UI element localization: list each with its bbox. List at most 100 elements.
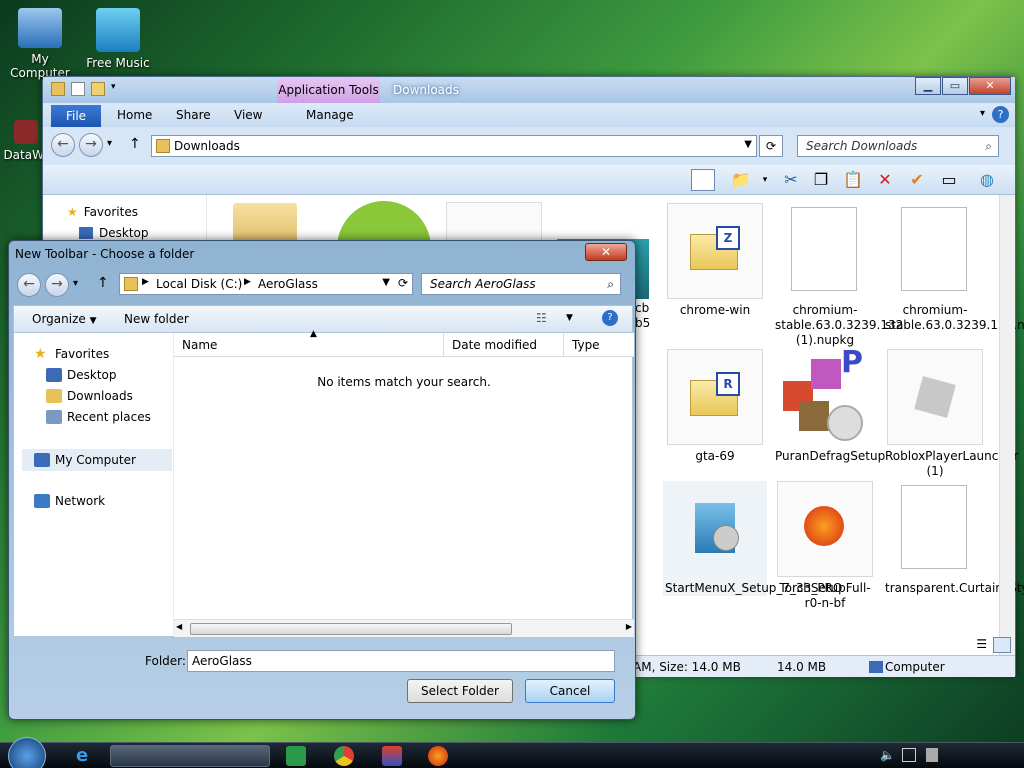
checkmark-icon[interactable]: ✔ — [905, 169, 929, 191]
sidebar-item-desktop[interactable]: Desktop — [79, 226, 149, 240]
chevron-down-icon[interactable]: ▼ — [382, 277, 390, 288]
dialog-address-bar[interactable]: ▶ Local Disk (C:) ▶ AeroGlass ▼ ⟳ — [119, 273, 413, 295]
forward-button[interactable]: → — [45, 273, 69, 297]
nav-item-favorites[interactable]: ★ Favorites — [34, 347, 109, 361]
new-folder-button[interactable]: New folder — [124, 312, 189, 326]
copy-icon[interactable]: ❐ — [809, 169, 833, 191]
breadcrumb-separator-icon[interactable]: ▶ — [142, 277, 149, 287]
back-button[interactable]: ← — [51, 133, 75, 157]
refresh-icon[interactable]: ⟳ — [398, 276, 408, 290]
chevron-down-icon[interactable]: ▼ — [744, 139, 752, 150]
tray-icon[interactable] — [926, 748, 938, 762]
breadcrumb-separator-icon[interactable]: ▶ — [244, 277, 251, 287]
delete-icon[interactable]: ✕ — [873, 169, 897, 191]
nav-item-network[interactable]: Network — [34, 494, 105, 508]
context-tab-application-tools[interactable]: Application Tools — [277, 77, 380, 103]
file-item[interactable]: R gta-69 — [663, 349, 767, 464]
folder-input[interactable]: AeroGlass — [187, 650, 615, 672]
spreadsheet-app-icon[interactable] — [286, 746, 306, 766]
torch-icon — [777, 481, 873, 577]
file-item[interactable]: Z chrome-win — [663, 203, 767, 318]
chevron-down-icon[interactable]: ▾ — [980, 108, 985, 119]
select-folder-button[interactable]: Select Folder — [407, 679, 513, 703]
paste-icon[interactable]: 📋 — [841, 169, 865, 191]
tab-manage[interactable]: Manage — [306, 108, 354, 122]
search-icon[interactable]: ⌕ — [607, 277, 614, 292]
desktop-icon-my-computer[interactable]: My Computer — [0, 8, 80, 80]
chrome-icon[interactable] — [334, 746, 354, 766]
scroll-left-icon[interactable]: ◀ — [176, 622, 182, 631]
search-downloads-input[interactable]: Search Downloads ⌕ — [797, 135, 999, 157]
up-arrow-icon[interactable]: ↑ — [97, 275, 109, 291]
cancel-button[interactable]: Cancel — [525, 679, 615, 703]
column-type[interactable]: Type — [564, 333, 634, 357]
scroll-right-icon[interactable]: ▶ — [626, 622, 632, 631]
nav-item-my-computer[interactable]: My Computer — [22, 449, 172, 471]
organize-button[interactable]: Organize ▼ — [32, 312, 97, 326]
help-icon[interactable]: ? — [602, 310, 618, 326]
file-item[interactable]: P PuranDefragSetup — [773, 348, 885, 464]
tab-home[interactable]: Home — [117, 108, 152, 122]
folder-options-icon[interactable]: 📁 — [729, 169, 753, 191]
media-app-icon[interactable] — [382, 746, 402, 766]
vertical-scrollbar[interactable] — [999, 195, 1015, 655]
quick-access-toolbar[interactable]: ▾ — [51, 82, 131, 98]
horizontal-scrollbar[interactable]: ◀ ▶ — [174, 619, 634, 637]
network-status-icon[interactable] — [902, 748, 916, 762]
file-item[interactable]: TorchSetupFull-r0-n-bf — [773, 481, 877, 611]
chevron-down-icon[interactable]: ▼ — [566, 313, 573, 323]
nav-item-downloads[interactable]: Downloads — [46, 389, 133, 403]
nav-item-desktop[interactable]: Desktop — [46, 368, 117, 382]
rename-icon[interactable]: ▭ — [937, 169, 961, 191]
large-icons-view-icon[interactable] — [993, 637, 1011, 653]
details-view-icon[interactable]: ☰ — [976, 637, 987, 651]
search-icon[interactable]: ⌕ — [985, 139, 992, 154]
back-button[interactable]: ← — [17, 273, 41, 297]
browser-icon[interactable] — [428, 746, 448, 766]
up-arrow-icon[interactable]: ↑ — [129, 136, 141, 152]
help-icon[interactable]: ? — [992, 106, 1009, 123]
recent-pages-icon[interactable]: ▾ — [107, 138, 112, 149]
chevron-down-icon[interactable]: ▾ — [753, 169, 777, 191]
blank-file-icon — [887, 203, 983, 299]
tab-view[interactable]: View — [234, 108, 262, 122]
column-date-modified[interactable]: Date modified — [444, 333, 564, 357]
address-bar[interactable]: Downloads ▼ — [151, 135, 757, 157]
scroll-thumb[interactable] — [190, 623, 512, 635]
file-name: RobloxPlayerLauncher (1) — [885, 449, 1019, 478]
file-item[interactable]: transparent.CurtainsStyle — [883, 481, 1024, 596]
sidebar-item-favorites[interactable]: ★ Favorites — [67, 205, 138, 219]
close-button[interactable]: ✕ — [969, 77, 1011, 95]
start-button[interactable] — [8, 737, 46, 768]
recent-pages-icon[interactable]: ▾ — [73, 278, 78, 289]
tab-file[interactable]: File — [51, 105, 101, 127]
forward-button[interactable]: → — [79, 133, 103, 157]
breadcrumb-local-disk[interactable]: Local Disk (C:) — [156, 277, 242, 291]
volume-icon[interactable]: 🔈 — [880, 748, 895, 762]
new-folder-icon[interactable] — [91, 82, 105, 96]
view-options-icon[interactable]: ☷ — [536, 311, 547, 325]
search-aeroglass-input[interactable]: Search AeroGlass ⌕ — [421, 273, 621, 295]
desktop-icon-free-music[interactable]: Free Music — [78, 8, 158, 70]
chevron-down-icon[interactable]: ▾ — [111, 82, 116, 98]
explorer-titlebar[interactable]: ▾ Application Tools Downloads ▁ ▭ ✕ — [43, 77, 1015, 103]
tab-share[interactable]: Share — [176, 108, 211, 122]
folder-icon[interactable] — [51, 82, 65, 96]
file-item[interactable]: StartMenuX_Setup_7_33_PRO — [663, 481, 842, 596]
column-name[interactable]: Name — [174, 333, 444, 357]
globe-icon[interactable]: ◍ — [975, 169, 999, 191]
properties-icon[interactable] — [71, 82, 85, 96]
maximize-button[interactable]: ▭ — [942, 77, 968, 95]
dialog-close-button[interactable]: ✕ — [585, 243, 627, 261]
preview-pane-icon[interactable] — [691, 169, 715, 191]
breadcrumb-aeroglass[interactable]: AeroGlass — [258, 277, 318, 291]
internet-explorer-icon[interactable]: e — [76, 746, 96, 766]
file-item[interactable]: RobloxPlayerLauncher (1) — [883, 349, 1019, 479]
cut-icon[interactable]: ✂ — [779, 169, 803, 191]
minimize-button[interactable]: ▁ — [915, 77, 941, 95]
file-item[interactable]: chromium-stable.63.0.3239.132.nupkg — [883, 203, 1024, 333]
refresh-button[interactable]: ⟳ — [759, 135, 783, 157]
taskbar-button-explorer[interactable] — [110, 745, 270, 767]
file-item[interactable]: chromium-stable.63.0.3239.132 (1).nupkg — [773, 203, 903, 348]
nav-item-recent-places[interactable]: Recent places — [46, 410, 151, 424]
